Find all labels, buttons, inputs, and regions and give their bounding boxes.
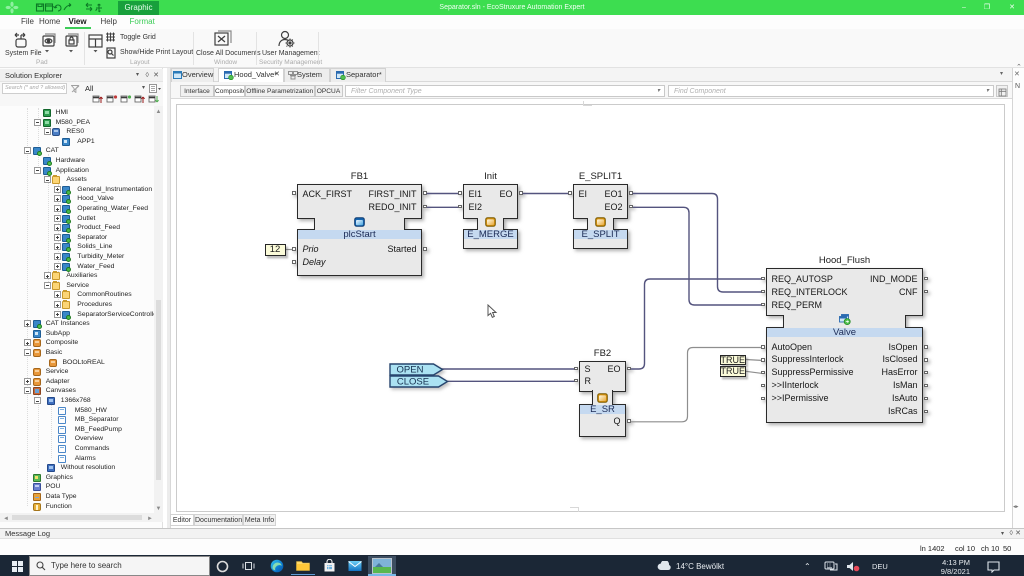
svg-text:CLOSE: CLOSE xyxy=(397,377,429,388)
svg-text:OPEN: OPEN xyxy=(397,364,424,375)
